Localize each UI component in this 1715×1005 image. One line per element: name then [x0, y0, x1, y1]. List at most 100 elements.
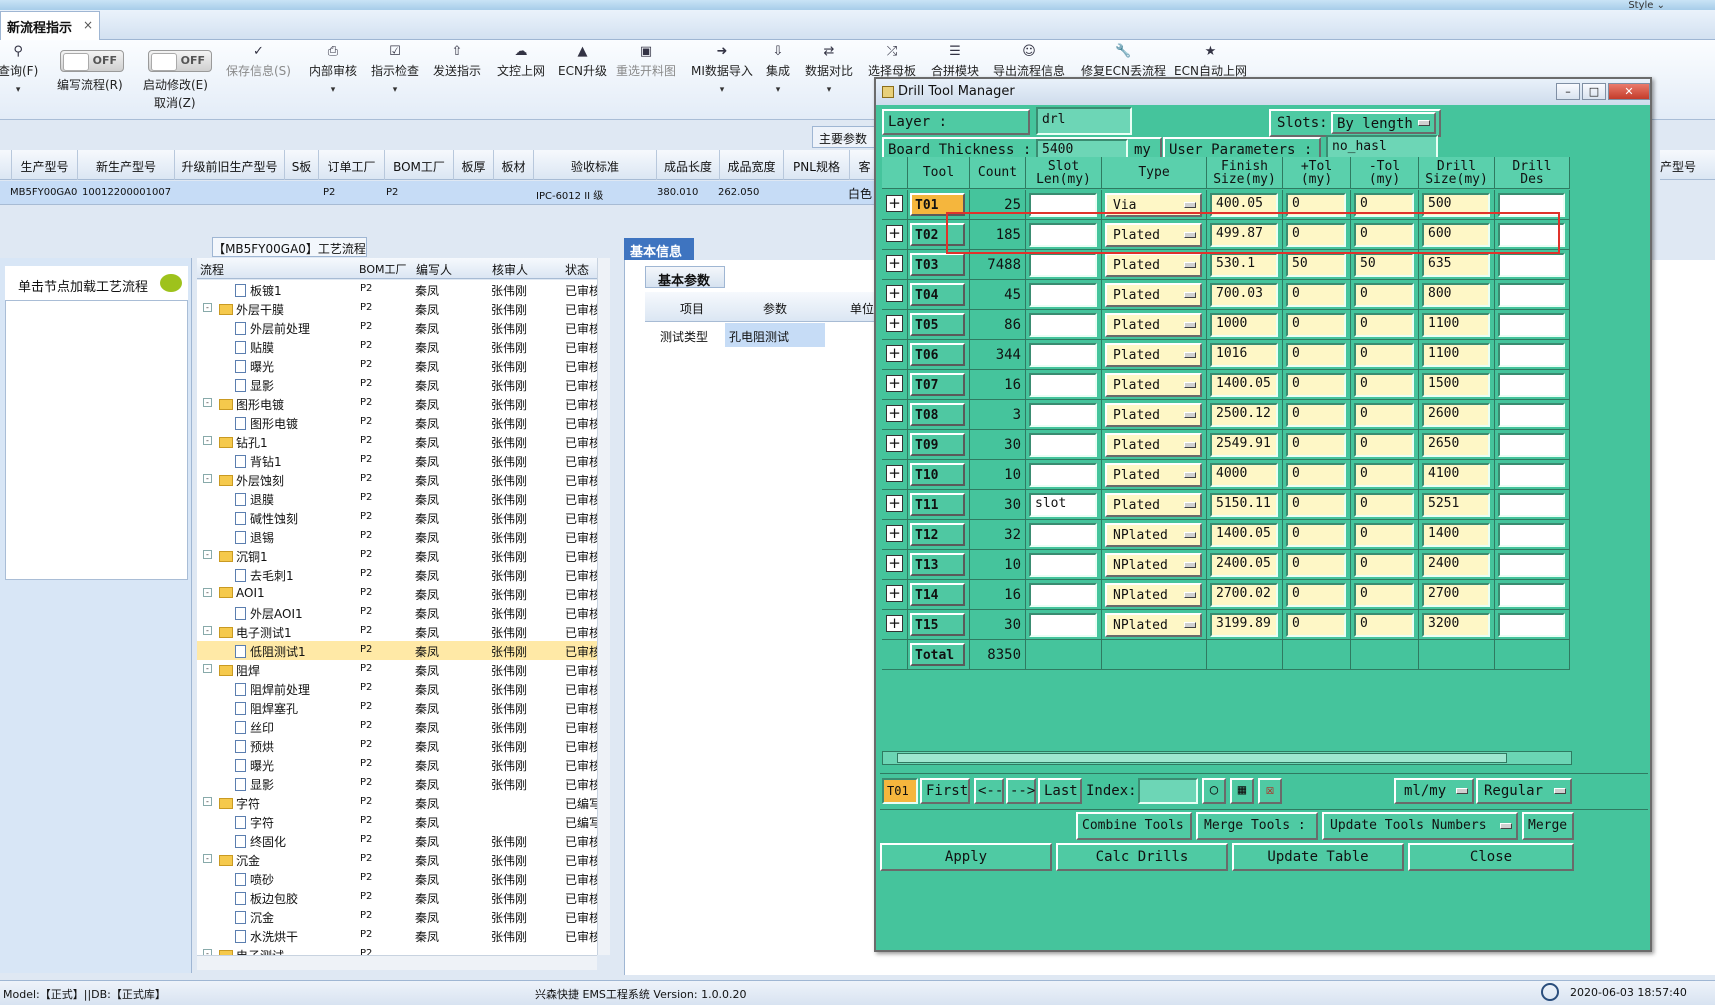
- list-item[interactable]: 背钻1 P2 秦凤 张伟刚 已审核: [197, 451, 607, 470]
- tool-id[interactable]: T09: [910, 433, 965, 456]
- drill-size-input[interactable]: 1100: [1422, 343, 1490, 367]
- tool-id[interactable]: T06: [910, 343, 965, 366]
- list-item[interactable]: - 沉铜1 P2 秦凤 张伟刚 已审核: [197, 546, 607, 565]
- slot-len-input[interactable]: [1029, 463, 1097, 487]
- expand-icon[interactable]: -: [203, 664, 212, 673]
- finish-size-input[interactable]: 2700.02: [1210, 583, 1278, 607]
- table-header-cell[interactable]: Drill Des: [1495, 157, 1570, 189]
- plus-icon[interactable]: +: [886, 555, 903, 572]
- next-button[interactable]: -->: [1006, 778, 1036, 804]
- drill-des-input[interactable]: [1498, 523, 1565, 547]
- slot-len-input[interactable]: [1029, 313, 1097, 337]
- tab-basic-info[interactable]: 基本信息: [624, 238, 694, 260]
- expand-icon[interactable]: -: [203, 550, 212, 559]
- ecn-auto-upload-button[interactable]: ★ ECN自动上网: [1174, 44, 1247, 79]
- finish-size-input[interactable]: 1400.05: [1210, 523, 1278, 547]
- minus-tol-input[interactable]: 0: [1354, 283, 1414, 307]
- table-header-cell[interactable]: -Tol (my): [1351, 157, 1419, 189]
- tool-id[interactable]: T11: [910, 493, 965, 516]
- plus-tol-input[interactable]: 0: [1286, 403, 1346, 427]
- list-item[interactable]: 板镀1 P2 秦凤 张伟刚 已审核: [197, 280, 607, 299]
- table-row[interactable]: + T15 30 NPlated 3199.89 0 0 3200: [882, 610, 1570, 640]
- prev-button[interactable]: <--: [974, 778, 1004, 804]
- table-header-cell[interactable]: Tool: [908, 157, 970, 189]
- list-item[interactable]: 显影 P2 秦凤 张伟刚 已审核: [197, 774, 607, 793]
- table-header-cell[interactable]: Finish Size(my): [1207, 157, 1283, 189]
- drill-size-input[interactable]: 1100: [1422, 313, 1490, 337]
- close-icon[interactable]: ×: [83, 18, 93, 32]
- last-button[interactable]: Last: [1038, 778, 1082, 804]
- plus-tol-input[interactable]: 0: [1286, 373, 1346, 397]
- tool-id[interactable]: T13: [910, 553, 965, 576]
- minus-tol-input[interactable]: 0: [1354, 433, 1414, 457]
- delete-icon[interactable]: ☒: [1258, 778, 1282, 804]
- plus-tol-input[interactable]: 0: [1286, 493, 1346, 517]
- slot-len-input[interactable]: [1029, 433, 1097, 457]
- table-row[interactable]: + T11 30 slot Plated 5150.11 0 0 5251: [882, 490, 1570, 520]
- table-header-cell[interactable]: Drill Size(my): [1419, 157, 1495, 189]
- param-header-value[interactable]: 参数: [763, 300, 787, 317]
- type-dropdown[interactable]: Plated: [1105, 343, 1202, 367]
- expand-icon[interactable]: -: [203, 303, 212, 312]
- list-item[interactable]: - 电子测试1 P2 秦凤 张伟刚 已审核: [197, 622, 607, 641]
- tree-header-bom[interactable]: BOM工厂: [359, 261, 407, 277]
- grid-header-cell[interactable]: S板: [285, 150, 319, 180]
- table-row[interactable]: + T12 32 NPlated 1400.05 0 0 1400: [882, 520, 1570, 550]
- plus-icon[interactable]: +: [886, 315, 903, 332]
- list-item[interactable]: 阻焊塞孔 P2 秦凤 张伟刚 已审核: [197, 698, 607, 717]
- list-item[interactable]: 喷砂 P2 秦凤 张伟刚 已审核: [197, 869, 607, 888]
- list-item[interactable]: 退膜 P2 秦凤 张伟刚 已审核: [197, 489, 607, 508]
- finish-size-input[interactable]: 4000: [1210, 463, 1278, 487]
- drill-des-input[interactable]: [1498, 583, 1565, 607]
- query-button[interactable]: ⚲ 查询(F) ▾: [0, 44, 38, 95]
- slots-dropdown[interactable]: By length: [1331, 112, 1436, 134]
- expand-icon[interactable]: -: [203, 436, 212, 445]
- calc-icon[interactable]: ▦: [1230, 778, 1254, 804]
- table-row[interactable]: + T13 10 NPlated 2400.05 0 0 2400: [882, 550, 1570, 580]
- slot-len-input[interactable]: slot: [1029, 493, 1097, 517]
- drill-size-input[interactable]: 1400: [1422, 523, 1490, 547]
- instruction-check-button[interactable]: ☑ 指示检查 ▾: [371, 44, 419, 95]
- minus-tol-input[interactable]: 0: [1354, 463, 1414, 487]
- chevron-down-icon[interactable]: ▾: [691, 85, 753, 95]
- grid-header-cell[interactable]: PNL规格: [784, 150, 850, 180]
- tree-header-reviewer[interactable]: 核审人: [492, 261, 528, 278]
- chevron-down-icon[interactable]: ▾: [371, 85, 419, 95]
- list-item[interactable]: 曝光 P2 秦凤 张伟刚 已审核: [197, 755, 607, 774]
- mi-import-button[interactable]: ➜ MI数据导入 ▾: [691, 44, 753, 95]
- plus-tol-input[interactable]: 0: [1286, 583, 1346, 607]
- finish-size-input[interactable]: 3199.89: [1210, 613, 1278, 637]
- table-header-cell[interactable]: +Tol (my): [1283, 157, 1351, 189]
- plus-tol-input[interactable]: 0: [1286, 523, 1346, 547]
- layer-field[interactable]: drl: [1036, 107, 1132, 135]
- list-item[interactable]: 水洗烘干 P2 秦凤 张伟刚 已审核: [197, 926, 607, 945]
- type-dropdown[interactable]: Plated: [1105, 493, 1202, 517]
- minus-tol-input[interactable]: 0: [1354, 403, 1414, 427]
- tree-vertical-scrollbar[interactable]: [597, 258, 610, 955]
- slot-len-input[interactable]: [1029, 343, 1097, 367]
- tool-id[interactable]: T04: [910, 283, 965, 306]
- plus-tol-input[interactable]: 0: [1286, 283, 1346, 307]
- table-row[interactable]: + T07 16 Plated 1400.05 0 0 1500: [882, 370, 1570, 400]
- minus-tol-input[interactable]: 0: [1354, 343, 1414, 367]
- table-row[interactable]: + T05 86 Plated 1000 0 0 1100: [882, 310, 1570, 340]
- internal-review-button[interactable]: ⎙ 内部审核 ▾: [309, 44, 357, 95]
- drill-des-input[interactable]: [1498, 373, 1565, 397]
- plus-icon[interactable]: +: [886, 285, 903, 302]
- plus-icon[interactable]: +: [886, 195, 903, 212]
- plus-tol-input[interactable]: 0: [1286, 313, 1346, 337]
- tool-id[interactable]: T10: [910, 463, 965, 486]
- combine-tools-button[interactable]: Combine Tools: [1076, 812, 1192, 840]
- list-item[interactable]: 去毛刺1 P2 秦凤 张伟刚 已审核: [197, 565, 607, 584]
- first-button[interactable]: First: [920, 778, 970, 804]
- expand-icon[interactable]: -: [203, 797, 212, 806]
- list-item[interactable]: 预烘 P2 秦凤 张伟刚 已审核: [197, 736, 607, 755]
- index-field[interactable]: [1138, 778, 1198, 804]
- list-item[interactable]: 板边包胶 P2 秦凤 张伟刚 已审核: [197, 888, 607, 907]
- fix-ecn-button[interactable]: 🔧 修复ECN丢流程: [1081, 44, 1166, 79]
- plus-icon[interactable]: +: [886, 435, 903, 452]
- plus-tol-input[interactable]: 0: [1286, 433, 1346, 457]
- drill-des-input[interactable]: [1498, 343, 1565, 367]
- tree-header-status[interactable]: 状态: [565, 261, 589, 278]
- drill-des-input[interactable]: [1498, 553, 1565, 577]
